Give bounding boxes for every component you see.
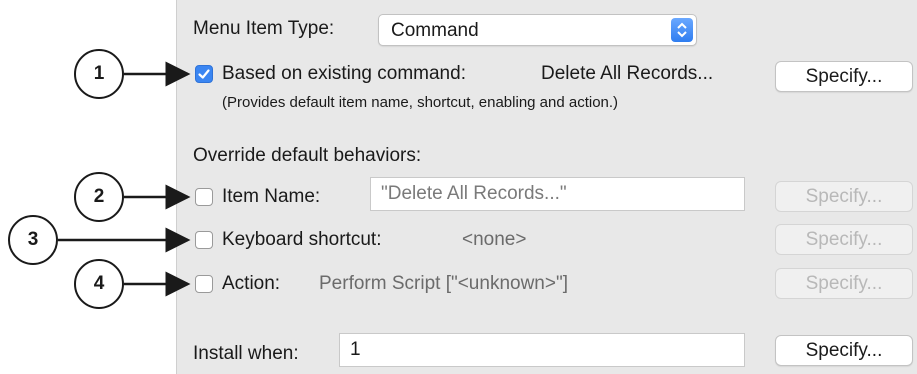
install-when-specify-button[interactable]: Specify...	[775, 335, 913, 366]
menu-item-type-value: Command	[391, 20, 479, 41]
menu-item-type-label: Menu Item Type:	[193, 18, 335, 39]
install-when-field[interactable]	[339, 333, 745, 367]
override-heading: Override default behaviors:	[193, 145, 422, 166]
menu-item-type-popup[interactable]: Command	[378, 14, 697, 46]
keyboard-shortcut-specify-button[interactable]: Specify...	[775, 224, 913, 255]
item-name-checkbox[interactable]	[195, 188, 213, 206]
callout-1: 1	[74, 49, 124, 99]
based-on-specify-button[interactable]: Specify...	[775, 61, 913, 92]
action-specify-button[interactable]: Specify...	[775, 268, 913, 299]
callout-2: 2	[74, 172, 124, 222]
item-name-label: Item Name:	[222, 186, 321, 207]
based-on-description: (Provides default item name, shortcut, e…	[222, 94, 619, 111]
install-when-label: Install when:	[193, 343, 299, 364]
install-when-input[interactable]	[340, 334, 744, 366]
keyboard-shortcut-checkbox[interactable]	[195, 231, 213, 249]
callout-4: 4	[74, 259, 124, 309]
item-name-field[interactable]	[370, 177, 745, 211]
based-on-command-checkbox[interactable]	[195, 65, 213, 83]
action-checkbox[interactable]	[195, 275, 213, 293]
based-on-command-label: Based on existing command:	[222, 63, 466, 84]
action-label: Action:	[222, 273, 281, 294]
action-value: Perform Script ["<unknown>"]	[319, 273, 568, 294]
checkmark-icon	[198, 69, 210, 79]
keyboard-shortcut-label: Keyboard shortcut:	[222, 229, 382, 250]
item-name-specify-button[interactable]: Specify...	[775, 181, 913, 212]
item-name-input[interactable]	[371, 178, 744, 210]
keyboard-shortcut-value: <none>	[462, 229, 527, 250]
based-on-command-value: Delete All Records...	[541, 63, 714, 84]
callout-3: 3	[8, 215, 58, 265]
popup-stepper-icon	[671, 18, 693, 42]
